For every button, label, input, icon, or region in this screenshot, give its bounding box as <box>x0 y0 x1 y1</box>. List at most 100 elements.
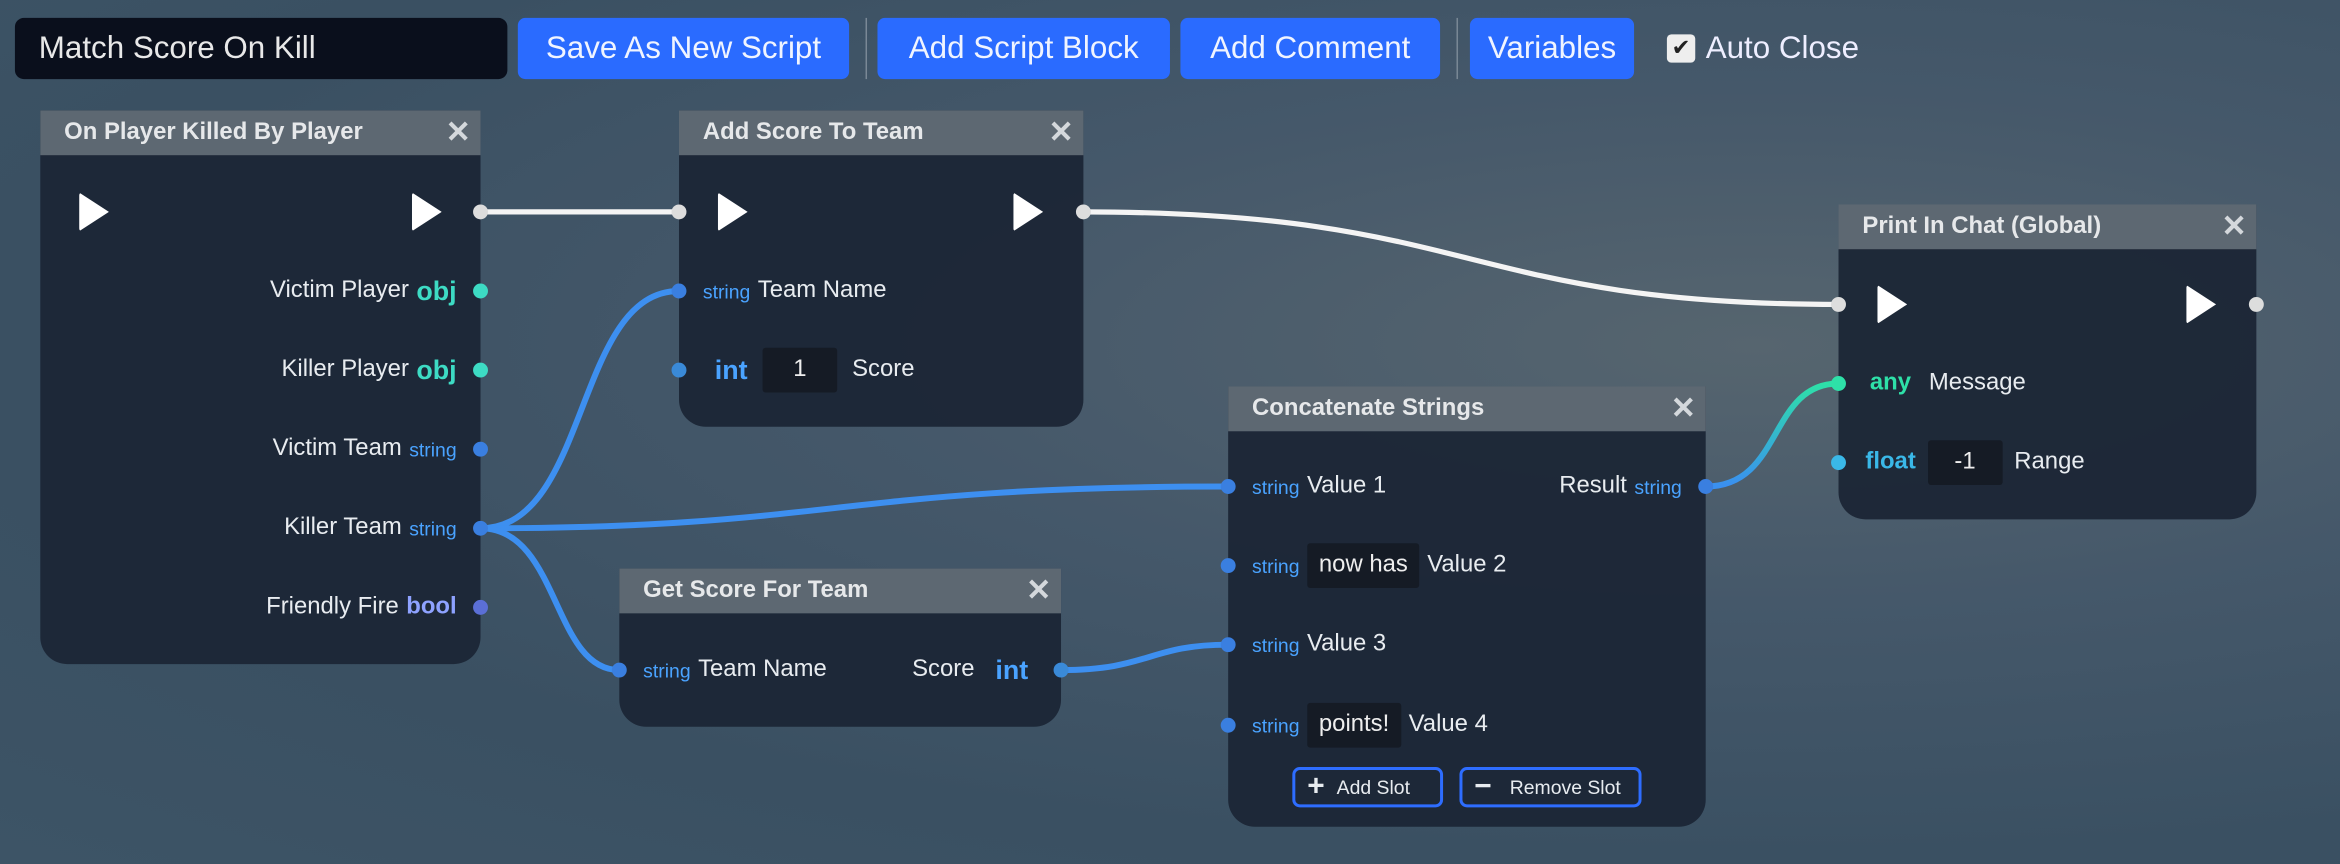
close-icon[interactable]: ✕ <box>1045 110 1078 155</box>
input-pin[interactable] <box>1831 376 1846 391</box>
input-pin[interactable] <box>671 283 687 299</box>
node-title[interactable]: On Player Killed By Player <box>40 110 481 156</box>
data-wire-result-to-message <box>1702 380 1842 490</box>
node-title[interactable]: Add Score To Team <box>678 110 1084 156</box>
output-pin[interactable] <box>473 520 488 536</box>
port-label: Friendly Fire <box>266 593 399 620</box>
add-slot-button[interactable]: + Add Slot <box>1292 767 1444 808</box>
node-add-score-to-team[interactable]: Add Score To Team ✕ string Team Name int… <box>671 110 1091 427</box>
output-killer-team: Killer Team string <box>284 510 457 546</box>
exec-out-arrow-icon <box>1013 192 1044 232</box>
score-value-input[interactable]: 1 <box>762 347 838 393</box>
data-wire-killer-team-to-team-name <box>477 288 682 532</box>
range-value-input[interactable]: -1 <box>1927 440 2003 485</box>
value-4-input[interactable]: points! <box>1306 702 1402 748</box>
data-wire-killer-team-to-get-score <box>477 525 623 674</box>
port-type: string <box>1634 475 1682 498</box>
port-type: float <box>1865 449 1916 475</box>
port-label: Victim Player <box>270 277 409 303</box>
port-type: obj <box>416 354 457 385</box>
input-pin[interactable] <box>1220 637 1236 653</box>
port-label: Team Name <box>698 656 827 682</box>
output-pin[interactable] <box>473 441 488 457</box>
exec-wire <box>1080 209 1842 308</box>
node-title[interactable]: Get Score For Team <box>619 568 1062 614</box>
exec-out-pin[interactable] <box>473 204 488 220</box>
output-pin[interactable] <box>473 283 488 299</box>
plus-icon: + <box>1307 770 1325 803</box>
input-message: any Message <box>1870 366 2026 402</box>
port-type: int <box>995 654 1029 685</box>
port-label: Value 4 <box>1408 711 1488 738</box>
port-type: string <box>1252 714 1300 737</box>
exec-in-pin[interactable] <box>1831 296 1846 312</box>
close-icon[interactable]: ✕ <box>2218 204 2251 249</box>
node-print-in-chat-global[interactable]: Print In Chat (Global) ✕ any Message flo… <box>1831 204 2264 520</box>
input-value-3: string Value 3 <box>1252 627 1386 663</box>
input-pin[interactable] <box>1831 455 1846 471</box>
input-range: float -1 Range <box>1865 440 2085 485</box>
data-wire-killer-team-to-value1 <box>477 483 1232 532</box>
port-label: Killer Team <box>284 514 402 541</box>
input-score: int 1 Score <box>714 347 915 393</box>
output-pin[interactable] <box>1053 662 1069 678</box>
value-2-input[interactable]: now has <box>1306 543 1420 588</box>
exec-in-arrow-icon <box>1877 285 1908 324</box>
remove-slot-button[interactable]: − Remove Slot <box>1459 767 1642 808</box>
port-type: string <box>702 279 751 303</box>
remove-slot-label: Remove Slot <box>1509 775 1621 799</box>
exec-out-pin[interactable] <box>2248 296 2264 312</box>
node-title[interactable]: Concatenate Strings <box>1228 386 1706 432</box>
exec-in-arrow-icon <box>79 192 109 232</box>
script-editor-canvas[interactable]: Match Score On Kill Save As New Script A… <box>0 0 2340 864</box>
input-pin[interactable] <box>1220 717 1236 733</box>
port-label: Score <box>852 356 915 383</box>
port-type: int <box>714 354 748 385</box>
port-label: Score <box>912 656 975 682</box>
port-label: Value 2 <box>1427 552 1507 578</box>
port-type: string <box>643 658 691 682</box>
output-result: Result string <box>1559 469 1682 505</box>
minus-icon: − <box>1474 770 1492 803</box>
port-type: string <box>1252 633 1300 656</box>
port-label: Value 1 <box>1306 473 1387 499</box>
port-type: string <box>409 437 457 461</box>
node-on-player-killed-by-player[interactable]: On Player Killed By Player ✕ Victim Play… <box>40 110 488 665</box>
input-pin[interactable] <box>1220 479 1236 494</box>
port-type: string <box>1252 554 1300 577</box>
node-get-score-for-team[interactable]: Get Score For Team ✕ string Team Name Sc… <box>611 568 1069 727</box>
close-icon[interactable]: ✕ <box>1667 387 1700 432</box>
exec-in-pin[interactable] <box>671 204 687 220</box>
output-pin[interactable] <box>473 362 488 378</box>
input-pin[interactable] <box>1220 558 1236 574</box>
close-icon[interactable]: ✕ <box>1022 569 1055 614</box>
output-pin[interactable] <box>473 599 488 615</box>
port-type: string <box>1252 475 1300 498</box>
port-label: Team Name <box>757 277 887 303</box>
input-team-name: string Team Name <box>703 273 887 309</box>
output-pin[interactable] <box>1698 479 1714 494</box>
port-label: Range <box>2014 449 2085 475</box>
exec-out-arrow-icon <box>411 192 442 232</box>
output-killer-player: Killer Player obj <box>282 352 457 388</box>
exec-out-pin[interactable] <box>1075 204 1091 220</box>
input-value-2: string now has Value 2 <box>1252 543 1507 588</box>
input-value-1: string Value 1 <box>1252 469 1386 505</box>
node-title[interactable]: Print In Chat (Global) <box>1838 204 2257 250</box>
input-pin[interactable] <box>611 662 627 678</box>
port-label: Message <box>1928 370 2026 396</box>
input-team-name: string Team Name <box>643 652 827 688</box>
input-pin[interactable] <box>671 362 687 378</box>
port-label: Value 3 <box>1306 631 1387 657</box>
exec-in-arrow-icon <box>717 192 748 232</box>
add-slot-label: Add Slot <box>1336 775 1410 799</box>
close-icon[interactable]: ✕ <box>442 110 475 155</box>
output-victim-player: Victim Player obj <box>270 273 457 309</box>
node-concatenate-strings[interactable]: Concatenate Strings ✕ string Value 1 Res… <box>1220 386 1714 827</box>
port-type: string <box>409 517 457 540</box>
port-label: Result <box>1559 473 1627 499</box>
port-type: obj <box>416 275 457 306</box>
port-label: Killer Player <box>281 356 409 383</box>
data-wire-score-to-value3 <box>1058 641 1232 674</box>
input-value-4: string points! Value 4 <box>1252 702 1488 748</box>
